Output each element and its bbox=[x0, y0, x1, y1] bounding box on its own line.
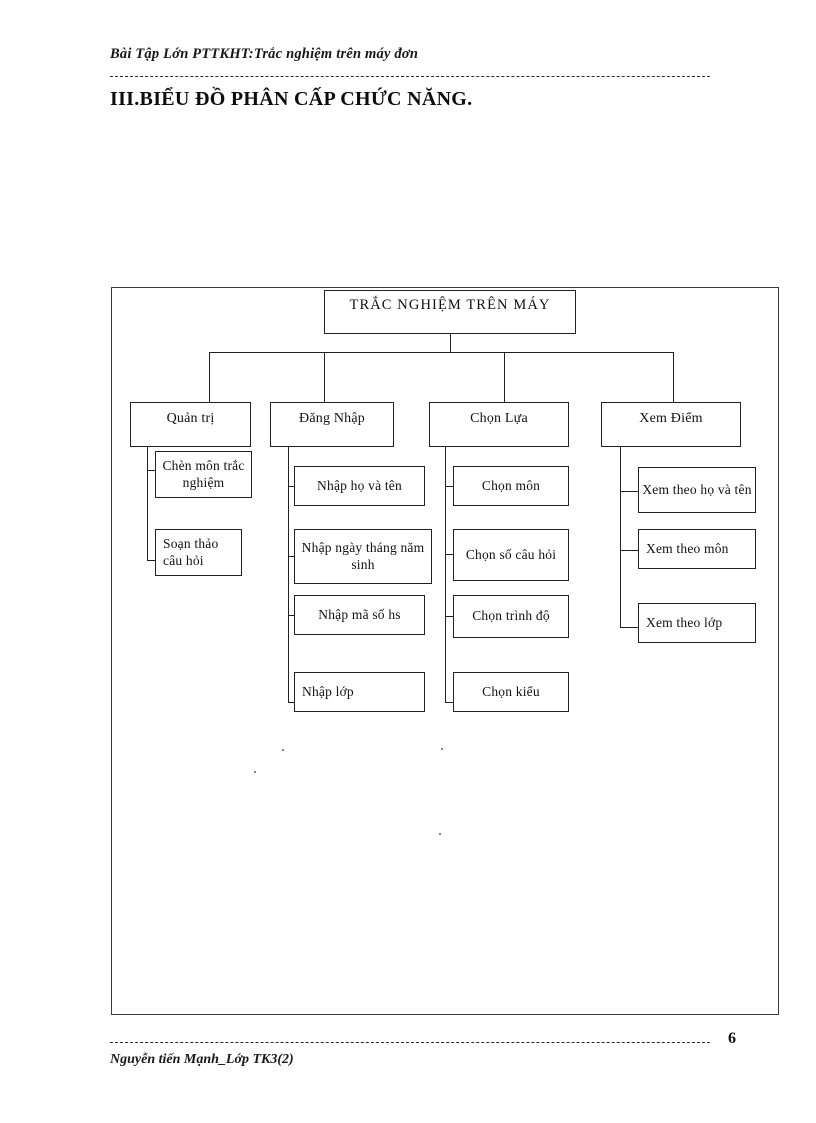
diagram-node-quan-tri: Quản trị bbox=[130, 402, 251, 447]
diagram-node-nhap-lop: Nhập lớp bbox=[294, 672, 425, 712]
connector-elbow-xem-theo-lop bbox=[620, 627, 638, 628]
connector-root-stem bbox=[450, 334, 451, 352]
connector-elbow-xem-theo-mon bbox=[620, 550, 638, 551]
diagram-node-xem-theo-ho-va-ten: Xem theo họ và tên bbox=[638, 467, 756, 513]
diagram-node-nhap-ngay-thang-nam-sinh: Nhập ngày tháng năm sinh bbox=[294, 529, 432, 584]
diagram-node-nhap-ho-va-ten: Nhập họ và tên bbox=[294, 466, 425, 506]
connector-drop-xem-diem bbox=[673, 352, 674, 402]
connector-level1-bus bbox=[209, 352, 673, 353]
diagram-node-chon-kieu: Chọn kiểu bbox=[453, 672, 569, 712]
document-header-text: Bài Tập Lớn PTTKHT:Trắc nghiệm trên máy … bbox=[110, 46, 419, 62]
connector-spine-xem-diem bbox=[620, 447, 621, 627]
document-page: Bài Tập Lớn PTTKHT:Trắc nghiệm trên máy … bbox=[0, 0, 816, 1123]
scan-speck bbox=[439, 833, 441, 835]
diagram-node-nhap-ma-so-hs: Nhập mã số hs bbox=[294, 595, 425, 635]
section-heading: III.BIỂU ĐỒ PHÂN CẤP CHỨC NĂNG. bbox=[110, 88, 473, 110]
diagram-node-chon-mon: Chọn môn bbox=[453, 466, 569, 506]
diagram-node-root: TRẮC NGHIỆM TRÊN MÁY bbox=[324, 290, 576, 334]
scan-speck bbox=[254, 771, 256, 773]
diagram-node-chon-so-cau-hoi: Chọn số câu hỏi bbox=[453, 529, 569, 581]
header-divider bbox=[110, 76, 710, 77]
diagram-frame: TRẮC NGHIỆM TRÊN MÁY Quản trị Đăng Nhập … bbox=[111, 287, 779, 1015]
diagram-node-xem-diem: Xem Điểm bbox=[601, 402, 741, 447]
diagram-node-xem-theo-lop: Xem theo lớp bbox=[638, 603, 756, 643]
scan-speck bbox=[441, 748, 443, 750]
footer-divider bbox=[110, 1042, 710, 1043]
diagram-node-dang-nhap: Đăng Nhập bbox=[270, 402, 394, 447]
connector-spine-quan-tri bbox=[147, 447, 148, 560]
connector-drop-quan-tri bbox=[209, 352, 210, 402]
scan-speck bbox=[282, 749, 284, 751]
diagram-node-chen-mon-trac-nghiem: Chèn môn trắc nghiệm bbox=[155, 451, 252, 498]
document-footer-text: Nguyễn tiến Mạnh_Lớp TK3(2) bbox=[110, 1052, 294, 1067]
connector-drop-dang-nhap bbox=[324, 352, 325, 402]
connector-drop-chon-lua bbox=[504, 352, 505, 402]
diagram-node-chon-lua: Chọn Lựa bbox=[429, 402, 569, 447]
diagram-node-chon-trinh-do: Chọn trình độ bbox=[453, 595, 569, 638]
diagram-node-xem-theo-mon: Xem theo môn bbox=[638, 529, 756, 569]
diagram-node-soan-thao-cau-hoi: Soạn thảo câu hỏi bbox=[155, 529, 242, 576]
page-number: 6 bbox=[728, 1030, 736, 1047]
connector-elbow-xem-theo-ho-ten bbox=[620, 491, 638, 492]
